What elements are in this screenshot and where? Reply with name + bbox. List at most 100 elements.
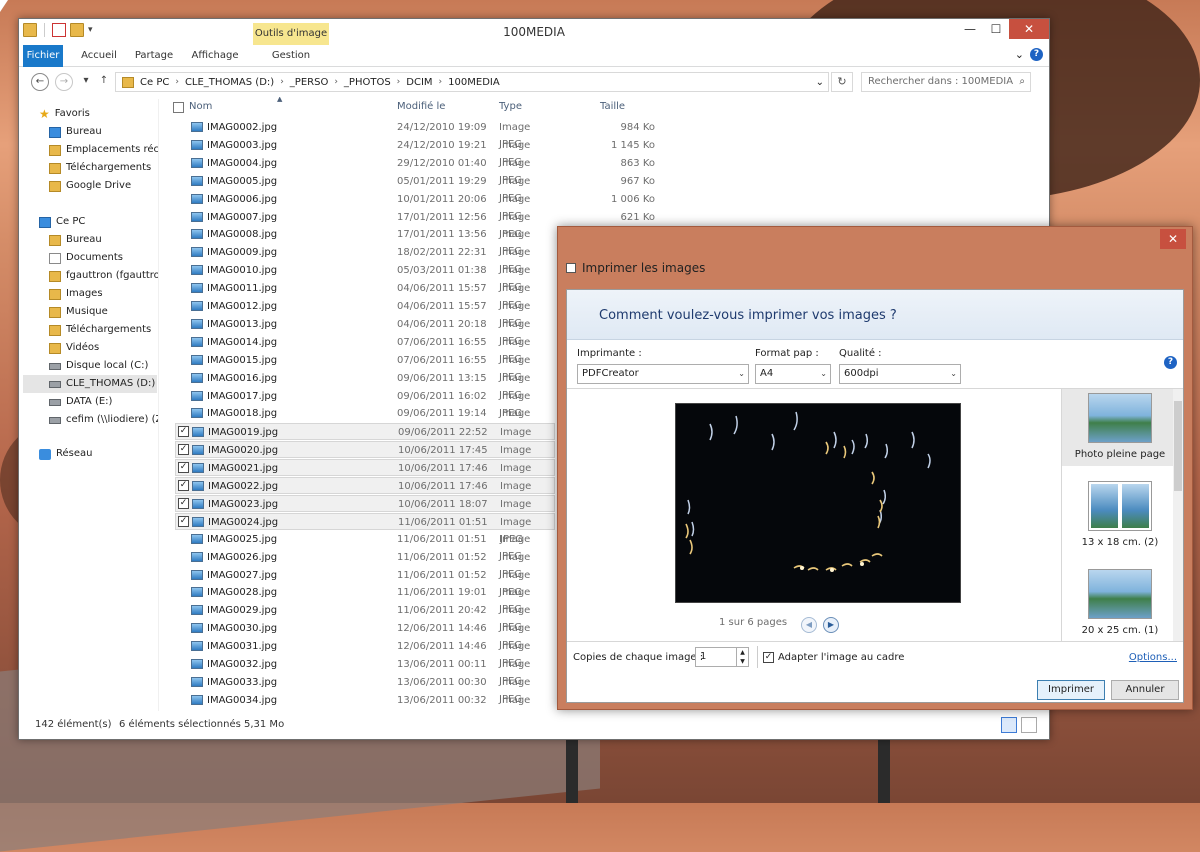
file-row[interactable]: IMAG0032.jpg 13/06/2011 00:11 Image JPEG <box>175 656 555 687</box>
details-view-icon[interactable] <box>1001 717 1017 733</box>
scrollbar-thumb[interactable] <box>1174 401 1182 491</box>
up-button[interactable]: ↑ <box>95 73 113 91</box>
file-row[interactable]: ✓IMAG0019.jpg09/06/2011 22:52Image JPEG <box>175 423 555 455</box>
nav-item-bureau-pc[interactable]: Bureau <box>49 231 102 249</box>
copies-stepper[interactable]: 1 ▲ ▼ <box>695 647 749 667</box>
row-checkbox[interactable]: ✓ <box>178 497 189 509</box>
file-row[interactable]: IMAG0008.jpg 17/01/2011 13:56 Image JPEG <box>175 226 555 257</box>
row-checkbox[interactable]: ✓ <box>178 462 189 474</box>
file-row[interactable]: IMAG0029.jpg 11/06/2011 20:42 Image JPEG <box>175 602 555 633</box>
previous-page-button[interactable]: ◀ <box>801 617 817 633</box>
breadcrumb-separator[interactable]: › <box>280 77 284 87</box>
file-row[interactable]: IMAG0005.jpg 05/01/2011 19:29 Image JPEG 96… <box>175 173 655 204</box>
file-row[interactable]: IMAG0016.jpg 09/06/2011 13:15 Image JPEG <box>175 370 555 401</box>
address-bar[interactable]: Ce PC › CLE_THOMAS (D:) › _PERSO › _PHOT… <box>115 72 829 92</box>
file-row[interactable]: IMAG0003.jpg 24/12/2010 19:21 Image JPEG 1 … <box>175 137 655 168</box>
file-row[interactable]: ✓IMAG0023.jpg10/06/2011 18:07Image JPEG <box>175 494 555 527</box>
nav-this-pc[interactable]: Ce PC <box>39 213 85 231</box>
layout-full-page[interactable]: Photo pleine page <box>1062 389 1178 466</box>
breadcrumb-100media[interactable]: 100MEDIA <box>448 77 500 88</box>
stepper-down-icon[interactable]: ▼ <box>740 658 745 665</box>
address-dropdown-icon[interactable]: ⌄ <box>816 77 824 88</box>
nav-item-user-folder[interactable]: fgauttron (fgauttron <box>49 267 158 285</box>
quality-select[interactable]: 600dpi ⌄ <box>839 364 961 384</box>
close-button[interactable]: ✕ <box>1009 19 1049 39</box>
layout-13x18[interactable]: 13 x 18 cm. (2) <box>1062 481 1178 548</box>
breadcrumb-separator[interactable]: › <box>175 77 179 87</box>
fit-to-frame-checkbox[interactable]: ✓ <box>763 652 774 663</box>
file-row[interactable]: IMAG0012.jpg 04/06/2011 15:57 Image JPEG <box>175 298 555 329</box>
file-row[interactable]: IMAG0017.jpg 09/06/2011 16:02 Image JPEG <box>175 388 555 419</box>
file-row[interactable]: ✓IMAG0021.jpg10/06/2011 17:46Image JPEG <box>175 459 555 491</box>
file-row[interactable]: IMAG0007.jpg 17/01/2011 12:56 Image JPEG 62… <box>175 209 655 240</box>
large-icons-view-icon[interactable] <box>1021 717 1037 733</box>
tab-manage[interactable]: Gestion <box>253 45 329 67</box>
row-checkbox[interactable]: ✓ <box>178 515 189 527</box>
column-header-modified[interactable]: Modifié le <box>397 97 497 117</box>
nav-item-images[interactable]: Images <box>49 285 103 303</box>
layout-20x25[interactable]: 20 x 25 cm. (1) <box>1062 569 1178 636</box>
ribbon-expand-icon[interactable]: ⌄ <box>1015 48 1024 61</box>
tab-view[interactable]: Affichage <box>187 45 243 67</box>
tab-home[interactable]: Accueil <box>75 45 123 67</box>
printer-select[interactable]: PDFCreator ⌄ <box>577 364 749 384</box>
select-all-checkbox[interactable] <box>173 102 184 113</box>
stepper-up-icon[interactable]: ▲ <box>740 649 745 656</box>
minimize-button[interactable]: — <box>957 19 983 39</box>
nav-network[interactable]: Réseau <box>39 445 92 463</box>
nav-item-videos[interactable]: Vidéos <box>49 339 99 357</box>
nav-item-local-disk[interactable]: Disque local (C:) <box>49 357 148 375</box>
row-checkbox[interactable]: ✓ <box>178 480 189 491</box>
file-row[interactable]: ✓IMAG0020.jpg10/06/2011 17:45Image JPEG <box>175 441 555 473</box>
file-row[interactable]: IMAG0002.jpg 24/12/2010 19:09 Image JPEG 98… <box>175 119 655 150</box>
breadcrumb-separator[interactable]: › <box>439 77 443 87</box>
nav-item-recent[interactable]: Emplacements récents <box>49 141 158 159</box>
nav-item-data[interactable]: DATA (E:) <box>49 393 112 411</box>
breadcrumb-this-pc[interactable]: Ce PC <box>140 77 169 88</box>
file-row[interactable]: IMAG0034.jpg 13/06/2011 00:32 Image JPEG <box>175 692 555 709</box>
file-row[interactable]: ✓IMAG0022.jpg10/06/2011 17:46Image JPEG <box>175 477 555 509</box>
help-icon[interactable]: ? <box>1030 48 1043 61</box>
file-row[interactable]: IMAG0013.jpg 04/06/2011 20:18 Image JPEG <box>175 316 555 347</box>
layout-scrollbar[interactable] <box>1173 389 1183 641</box>
breadcrumb-dcim[interactable]: DCIM <box>406 77 432 88</box>
fit-to-frame-option[interactable]: ✓ Adapter l'image au cadre <box>763 652 904 663</box>
help-icon[interactable]: ? <box>1164 356 1177 369</box>
breadcrumb-separator[interactable]: › <box>397 77 401 87</box>
nav-item-downloads[interactable]: Téléchargements <box>49 159 151 177</box>
nav-item-music[interactable]: Musique <box>49 303 108 321</box>
file-row[interactable]: IMAG0006.jpg 10/01/2011 20:06 Image JPEG 1 … <box>175 191 655 222</box>
file-row[interactable]: IMAG0030.jpg 12/06/2011 14:46 Image JPEG <box>175 620 555 651</box>
nav-item-google-drive[interactable]: Google Drive <box>49 177 131 195</box>
column-header-size[interactable]: Taille <box>600 97 660 117</box>
nav-item-downloads-pc[interactable]: Téléchargements <box>49 321 151 339</box>
file-row[interactable]: IMAG0027.jpg 11/06/2011 01:52 Image JPEG <box>175 567 555 598</box>
nav-favorites[interactable]: ★ Favoris <box>39 105 90 123</box>
nav-item-cle-thomas[interactable]: CLE_THOMAS (D:) <box>23 375 157 393</box>
file-row[interactable]: IMAG0009.jpg 18/02/2011 22:31 Image JPEG <box>175 244 555 275</box>
file-row[interactable]: IMAG0031.jpg 12/06/2011 14:46 Image JPEG <box>175 638 555 669</box>
maximize-button[interactable]: ☐ <box>983 19 1009 39</box>
next-page-button[interactable]: ▶ <box>823 617 839 633</box>
back-button[interactable]: ← <box>31 73 49 91</box>
file-row[interactable]: IMAG0028.jpg 11/06/2011 19:01 Image JPEG <box>175 584 555 615</box>
tab-share[interactable]: Partage <box>129 45 179 67</box>
nav-item-documents[interactable]: Documents <box>49 249 123 267</box>
column-header-type[interactable]: Type <box>499 97 599 117</box>
recent-locations-button[interactable]: ▾ <box>77 73 95 91</box>
file-row[interactable]: IMAG0026.jpg 11/06/2011 01:52 Image JPEG <box>175 549 555 580</box>
breadcrumb-separator[interactable]: › <box>334 77 338 87</box>
paper-size-select[interactable]: A4 ⌄ <box>755 364 831 384</box>
file-row[interactable]: IMAG0014.jpg 07/06/2011 16:55 Image JPEG <box>175 334 555 365</box>
column-header-name[interactable]: Nom <box>189 97 389 117</box>
forward-button[interactable]: → <box>55 73 73 91</box>
file-row[interactable]: IMAG0015.jpg 07/06/2011 16:55 Image JPEG <box>175 352 555 383</box>
file-row[interactable]: IMAG0010.jpg 05/03/2011 01:38 Image JPEG <box>175 262 555 293</box>
tab-file[interactable]: Fichier <box>23 45 63 67</box>
breadcrumb-perso[interactable]: _PERSO <box>290 77 329 88</box>
nav-item-network-drive[interactable]: cefim (\\liodiere) (Z:) <box>49 411 158 429</box>
refresh-button[interactable]: ↻ <box>831 72 853 92</box>
file-row[interactable]: IMAG0004.jpg 29/12/2010 01:40 Image JPEG 86… <box>175 155 655 186</box>
file-row[interactable]: IMAG0018.jpg09/06/2011 19:14Image JPEG <box>175 405 555 436</box>
file-row[interactable]: ✓ IMAG0024.jpg 11/06/2011 01:51 Image JPEG <box>175 512 555 545</box>
